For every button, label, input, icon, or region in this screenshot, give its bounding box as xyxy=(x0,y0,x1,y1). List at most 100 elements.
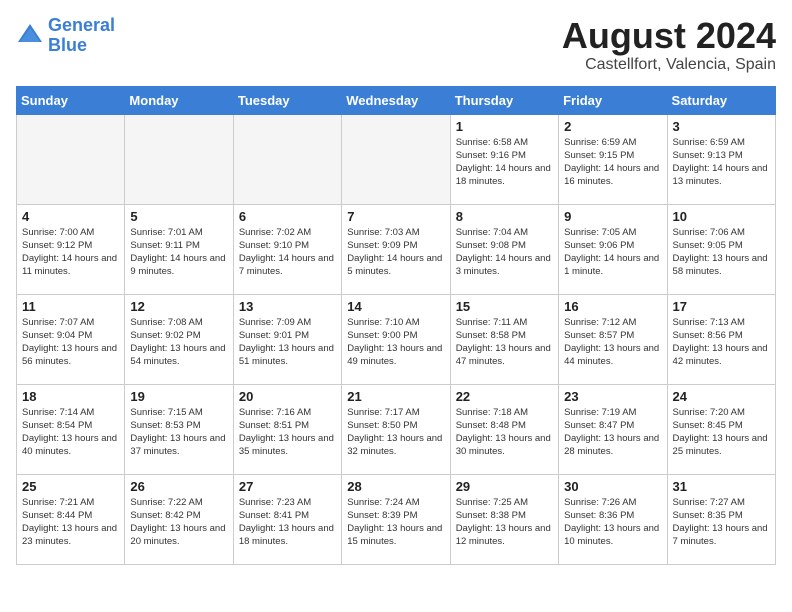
day-of-week-sunday: Sunday xyxy=(17,86,125,114)
day-info: Sunrise: 7:01 AM Sunset: 9:11 PM Dayligh… xyxy=(130,226,227,279)
day-number: 21 xyxy=(347,389,444,404)
calendar-cell: 8Sunrise: 7:04 AM Sunset: 9:08 PM Daylig… xyxy=(450,204,558,294)
day-number: 7 xyxy=(347,209,444,224)
day-info: Sunrise: 7:16 AM Sunset: 8:51 PM Dayligh… xyxy=(239,406,336,459)
location: Castellfort, Valencia, Spain xyxy=(562,56,776,74)
day-number: 14 xyxy=(347,299,444,314)
day-info: Sunrise: 7:09 AM Sunset: 9:01 PM Dayligh… xyxy=(239,316,336,369)
week-row-5: 25 Sunrise: 7:21 AM Sunset: 8:44 PM Dayli… xyxy=(17,474,776,564)
day-info: Sunrise: 7:10 AM Sunset: 9:00 PM Dayligh… xyxy=(347,316,444,369)
days-of-week-row: SundayMondayTuesdayWednesdayThursdayFrid… xyxy=(17,86,776,114)
day-info: Sunrise: 7:03 AM Sunset: 9:09 PM Dayligh… xyxy=(347,226,444,279)
calendar-cell: 14 Sunrise: 7:10 AM Sunset: 9:00 PM Dayli… xyxy=(342,294,450,384)
day-info: Sunrise: 6:59 AM Sunset: 9:15 PM Dayligh… xyxy=(564,136,661,189)
calendar-cell: 25 Sunrise: 7:21 AM Sunset: 8:44 PM Dayli… xyxy=(17,474,125,564)
week-row-4: 18 Sunrise: 7:14 AM Sunset: 8:54 PM Dayli… xyxy=(17,384,776,474)
day-number: 24 xyxy=(673,389,770,404)
day-info: Sunrise: 7:15 AM Sunset: 8:53 PM Dayligh… xyxy=(130,406,227,459)
day-info: Sunrise: 7:24 AM Sunset: 8:39 PM Dayligh… xyxy=(347,496,444,549)
day-number: 8 xyxy=(456,209,553,224)
day-number: 10 xyxy=(673,209,770,224)
day-of-week-friday: Friday xyxy=(559,86,667,114)
calendar-cell: 17 Sunrise: 7:13 AM Sunset: 8:56 PM Dayli… xyxy=(667,294,775,384)
day-number: 17 xyxy=(673,299,770,314)
day-info: Sunrise: 7:20 AM Sunset: 8:45 PM Dayligh… xyxy=(673,406,770,459)
logo: General Blue xyxy=(16,16,115,56)
calendar-cell: 11Sunrise: 7:07 AM Sunset: 9:04 PM Dayli… xyxy=(17,294,125,384)
day-info: Sunrise: 7:27 AM Sunset: 8:35 PM Dayligh… xyxy=(673,496,770,549)
calendar-cell: 13 Sunrise: 7:09 AM Sunset: 9:01 PM Dayli… xyxy=(233,294,341,384)
week-row-1: 1Sunrise: 6:58 AM Sunset: 9:16 PM Daylig… xyxy=(17,114,776,204)
day-number: 20 xyxy=(239,389,336,404)
day-info: Sunrise: 7:02 AM Sunset: 9:10 PM Dayligh… xyxy=(239,226,336,279)
calendar-cell: 1Sunrise: 6:58 AM Sunset: 9:16 PM Daylig… xyxy=(450,114,558,204)
day-number: 6 xyxy=(239,209,336,224)
day-number: 12 xyxy=(130,299,227,314)
day-number: 13 xyxy=(239,299,336,314)
calendar-cell: 2 Sunrise: 6:59 AM Sunset: 9:15 PM Daylig… xyxy=(559,114,667,204)
calendar-cell: 4 Sunrise: 7:00 AM Sunset: 9:12 PM Daylig… xyxy=(17,204,125,294)
day-info: Sunrise: 7:19 AM Sunset: 8:47 PM Dayligh… xyxy=(564,406,661,459)
day-number: 26 xyxy=(130,479,227,494)
day-number: 29 xyxy=(456,479,553,494)
calendar-cell: 7 Sunrise: 7:03 AM Sunset: 9:09 PM Daylig… xyxy=(342,204,450,294)
day-number: 15 xyxy=(456,299,553,314)
day-info: Sunrise: 7:12 AM Sunset: 8:57 PM Dayligh… xyxy=(564,316,661,369)
calendar-cell: 12Sunrise: 7:08 AM Sunset: 9:02 PM Dayli… xyxy=(125,294,233,384)
day-number: 11 xyxy=(22,299,119,314)
day-info: Sunrise: 7:11 AM Sunset: 8:58 PM Dayligh… xyxy=(456,316,553,369)
calendar-cell: 9 Sunrise: 7:05 AM Sunset: 9:06 PM Daylig… xyxy=(559,204,667,294)
day-number: 31 xyxy=(673,479,770,494)
calendar-cell: 15 Sunrise: 7:11 AM Sunset: 8:58 PM Dayli… xyxy=(450,294,558,384)
day-info: Sunrise: 7:23 AM Sunset: 8:41 PM Dayligh… xyxy=(239,496,336,549)
day-number: 2 xyxy=(564,119,661,134)
day-info: Sunrise: 7:21 AM Sunset: 8:44 PM Dayligh… xyxy=(22,496,119,549)
calendar-cell: 21Sunrise: 7:17 AM Sunset: 8:50 PM Dayli… xyxy=(342,384,450,474)
day-number: 4 xyxy=(22,209,119,224)
day-info: Sunrise: 7:05 AM Sunset: 9:06 PM Dayligh… xyxy=(564,226,661,279)
day-info: Sunrise: 6:58 AM Sunset: 9:16 PM Dayligh… xyxy=(456,136,553,189)
day-info: Sunrise: 7:14 AM Sunset: 8:54 PM Dayligh… xyxy=(22,406,119,459)
calendar-cell: 16 Sunrise: 7:12 AM Sunset: 8:57 PM Dayli… xyxy=(559,294,667,384)
calendar-cell xyxy=(17,114,125,204)
calendar-cell xyxy=(342,114,450,204)
calendar-cell xyxy=(125,114,233,204)
calendar-cell: 30 Sunrise: 7:26 AM Sunset: 8:36 PM Dayli… xyxy=(559,474,667,564)
day-number: 3 xyxy=(673,119,770,134)
calendar-cell: 20 Sunrise: 7:16 AM Sunset: 8:51 PM Dayli… xyxy=(233,384,341,474)
day-of-week-thursday: Thursday xyxy=(450,86,558,114)
day-info: Sunrise: 7:26 AM Sunset: 8:36 PM Dayligh… xyxy=(564,496,661,549)
day-number: 25 xyxy=(22,479,119,494)
calendar-cell: 26 Sunrise: 7:22 AM Sunset: 8:42 PM Dayli… xyxy=(125,474,233,564)
logo-line1: General xyxy=(48,15,115,35)
day-number: 18 xyxy=(22,389,119,404)
day-info: Sunrise: 7:22 AM Sunset: 8:42 PM Dayligh… xyxy=(130,496,227,549)
day-number: 23 xyxy=(564,389,661,404)
calendar-cell: 6 Sunrise: 7:02 AM Sunset: 9:10 PM Daylig… xyxy=(233,204,341,294)
day-info: Sunrise: 6:59 AM Sunset: 9:13 PM Dayligh… xyxy=(673,136,770,189)
calendar-cell: 5Sunrise: 7:01 AM Sunset: 9:11 PM Daylig… xyxy=(125,204,233,294)
calendar-cell: 19 Sunrise: 7:15 AM Sunset: 8:53 PM Dayli… xyxy=(125,384,233,474)
week-row-3: 11Sunrise: 7:07 AM Sunset: 9:04 PM Dayli… xyxy=(17,294,776,384)
day-number: 28 xyxy=(347,479,444,494)
day-of-week-tuesday: Tuesday xyxy=(233,86,341,114)
day-number: 22 xyxy=(456,389,553,404)
day-number: 9 xyxy=(564,209,661,224)
calendar-cell: 10 Sunrise: 7:06 AM Sunset: 9:05 PM Dayli… xyxy=(667,204,775,294)
day-number: 16 xyxy=(564,299,661,314)
title-block: August 2024 Castellfort, Valencia, Spain xyxy=(562,16,776,74)
calendar-cell: 18 Sunrise: 7:14 AM Sunset: 8:54 PM Dayli… xyxy=(17,384,125,474)
logo-line2: Blue xyxy=(48,35,87,55)
week-row-2: 4 Sunrise: 7:00 AM Sunset: 9:12 PM Daylig… xyxy=(17,204,776,294)
month-year: August 2024 xyxy=(562,16,776,56)
day-info: Sunrise: 7:06 AM Sunset: 9:05 PM Dayligh… xyxy=(673,226,770,279)
day-number: 30 xyxy=(564,479,661,494)
day-info: Sunrise: 7:13 AM Sunset: 8:56 PM Dayligh… xyxy=(673,316,770,369)
calendar-cell: 23 Sunrise: 7:19 AM Sunset: 8:47 PM Dayli… xyxy=(559,384,667,474)
calendar-cell: 27Sunrise: 7:23 AM Sunset: 8:41 PM Dayli… xyxy=(233,474,341,564)
logo-text: General Blue xyxy=(48,16,115,56)
day-info: Sunrise: 7:25 AM Sunset: 8:38 PM Dayligh… xyxy=(456,496,553,549)
day-of-week-saturday: Saturday xyxy=(667,86,775,114)
day-info: Sunrise: 7:00 AM Sunset: 9:12 PM Dayligh… xyxy=(22,226,119,279)
day-number: 19 xyxy=(130,389,227,404)
